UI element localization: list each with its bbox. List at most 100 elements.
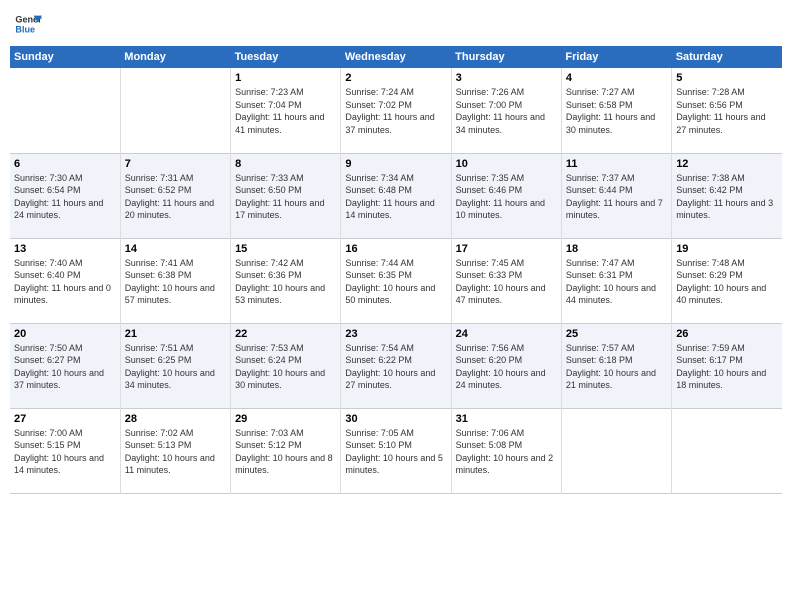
day-info: Sunrise: 7:33 AM Sunset: 6:50 PM Dayligh… bbox=[235, 172, 336, 222]
day-number: 26 bbox=[676, 328, 778, 340]
weekday-header-sunday: Sunday bbox=[10, 46, 120, 68]
calendar-week-row: 1 Sunrise: 7:23 AM Sunset: 7:04 PM Daylig… bbox=[10, 68, 782, 153]
day-info: Sunrise: 7:56 AM Sunset: 6:20 PM Dayligh… bbox=[456, 342, 557, 392]
day-info: Sunrise: 7:03 AM Sunset: 5:12 PM Dayligh… bbox=[235, 427, 336, 477]
day-info: Sunrise: 7:05 AM Sunset: 5:10 PM Dayligh… bbox=[345, 427, 446, 477]
day-info: Sunrise: 7:50 AM Sunset: 6:27 PM Dayligh… bbox=[14, 342, 116, 392]
day-info: Sunrise: 7:35 AM Sunset: 6:46 PM Dayligh… bbox=[456, 172, 557, 222]
page-header: General Blue bbox=[10, 10, 782, 38]
calendar-cell: 16 Sunrise: 7:44 AM Sunset: 6:35 PM Dayli… bbox=[341, 238, 451, 323]
calendar-cell: 22 Sunrise: 7:53 AM Sunset: 6:24 PM Dayli… bbox=[231, 323, 341, 408]
day-info: Sunrise: 7:38 AM Sunset: 6:42 PM Dayligh… bbox=[676, 172, 778, 222]
calendar-cell bbox=[10, 68, 120, 153]
weekday-header-wednesday: Wednesday bbox=[341, 46, 451, 68]
day-number: 6 bbox=[14, 158, 116, 170]
day-number: 7 bbox=[125, 158, 226, 170]
calendar-cell: 24 Sunrise: 7:56 AM Sunset: 6:20 PM Dayli… bbox=[451, 323, 561, 408]
day-number: 10 bbox=[456, 158, 557, 170]
calendar-cell: 26 Sunrise: 7:59 AM Sunset: 6:17 PM Dayli… bbox=[672, 323, 782, 408]
calendar-cell: 15 Sunrise: 7:42 AM Sunset: 6:36 PM Dayli… bbox=[231, 238, 341, 323]
calendar-cell: 11 Sunrise: 7:37 AM Sunset: 6:44 PM Dayli… bbox=[561, 153, 671, 238]
calendar-cell bbox=[561, 408, 671, 493]
day-info: Sunrise: 7:42 AM Sunset: 6:36 PM Dayligh… bbox=[235, 257, 336, 307]
day-info: Sunrise: 7:57 AM Sunset: 6:18 PM Dayligh… bbox=[566, 342, 667, 392]
day-number: 16 bbox=[345, 243, 446, 255]
day-info: Sunrise: 7:40 AM Sunset: 6:40 PM Dayligh… bbox=[14, 257, 116, 307]
calendar-cell: 28 Sunrise: 7:02 AM Sunset: 5:13 PM Dayli… bbox=[120, 408, 230, 493]
day-info: Sunrise: 7:47 AM Sunset: 6:31 PM Dayligh… bbox=[566, 257, 667, 307]
day-info: Sunrise: 7:27 AM Sunset: 6:58 PM Dayligh… bbox=[566, 86, 667, 136]
day-info: Sunrise: 7:26 AM Sunset: 7:00 PM Dayligh… bbox=[456, 86, 557, 136]
day-number: 20 bbox=[14, 328, 116, 340]
calendar-week-row: 13 Sunrise: 7:40 AM Sunset: 6:40 PM Dayli… bbox=[10, 238, 782, 323]
day-number: 8 bbox=[235, 158, 336, 170]
day-number: 29 bbox=[235, 413, 336, 425]
weekday-header-thursday: Thursday bbox=[451, 46, 561, 68]
day-info: Sunrise: 7:00 AM Sunset: 5:15 PM Dayligh… bbox=[14, 427, 116, 477]
day-info: Sunrise: 7:48 AM Sunset: 6:29 PM Dayligh… bbox=[676, 257, 778, 307]
logo: General Blue bbox=[14, 10, 42, 38]
weekday-header-saturday: Saturday bbox=[672, 46, 782, 68]
day-info: Sunrise: 7:51 AM Sunset: 6:25 PM Dayligh… bbox=[125, 342, 226, 392]
day-number: 1 bbox=[235, 72, 336, 84]
day-number: 12 bbox=[676, 158, 778, 170]
calendar-cell: 1 Sunrise: 7:23 AM Sunset: 7:04 PM Daylig… bbox=[231, 68, 341, 153]
day-info: Sunrise: 7:41 AM Sunset: 6:38 PM Dayligh… bbox=[125, 257, 226, 307]
day-info: Sunrise: 7:54 AM Sunset: 6:22 PM Dayligh… bbox=[345, 342, 446, 392]
weekday-header-monday: Monday bbox=[120, 46, 230, 68]
svg-text:Blue: Blue bbox=[15, 24, 35, 34]
day-number: 25 bbox=[566, 328, 667, 340]
day-number: 24 bbox=[456, 328, 557, 340]
calendar-cell: 30 Sunrise: 7:05 AM Sunset: 5:10 PM Dayli… bbox=[341, 408, 451, 493]
weekday-header-tuesday: Tuesday bbox=[231, 46, 341, 68]
calendar-cell: 19 Sunrise: 7:48 AM Sunset: 6:29 PM Dayli… bbox=[672, 238, 782, 323]
calendar-table: SundayMondayTuesdayWednesdayThursdayFrid… bbox=[10, 46, 782, 494]
day-info: Sunrise: 7:34 AM Sunset: 6:48 PM Dayligh… bbox=[345, 172, 446, 222]
calendar-cell: 3 Sunrise: 7:26 AM Sunset: 7:00 PM Daylig… bbox=[451, 68, 561, 153]
day-info: Sunrise: 7:28 AM Sunset: 6:56 PM Dayligh… bbox=[676, 86, 778, 136]
calendar-cell: 29 Sunrise: 7:03 AM Sunset: 5:12 PM Dayli… bbox=[231, 408, 341, 493]
calendar-week-row: 27 Sunrise: 7:00 AM Sunset: 5:15 PM Dayli… bbox=[10, 408, 782, 493]
day-info: Sunrise: 7:06 AM Sunset: 5:08 PM Dayligh… bbox=[456, 427, 557, 477]
day-info: Sunrise: 7:53 AM Sunset: 6:24 PM Dayligh… bbox=[235, 342, 336, 392]
day-info: Sunrise: 7:44 AM Sunset: 6:35 PM Dayligh… bbox=[345, 257, 446, 307]
day-number: 15 bbox=[235, 243, 336, 255]
calendar-cell bbox=[672, 408, 782, 493]
calendar-cell: 4 Sunrise: 7:27 AM Sunset: 6:58 PM Daylig… bbox=[561, 68, 671, 153]
day-number: 13 bbox=[14, 243, 116, 255]
calendar-cell: 17 Sunrise: 7:45 AM Sunset: 6:33 PM Dayli… bbox=[451, 238, 561, 323]
calendar-cell bbox=[120, 68, 230, 153]
day-number: 27 bbox=[14, 413, 116, 425]
calendar-cell: 8 Sunrise: 7:33 AM Sunset: 6:50 PM Daylig… bbox=[231, 153, 341, 238]
logo-icon: General Blue bbox=[14, 10, 42, 38]
day-number: 4 bbox=[566, 72, 667, 84]
day-number: 17 bbox=[456, 243, 557, 255]
day-number: 22 bbox=[235, 328, 336, 340]
calendar-cell: 25 Sunrise: 7:57 AM Sunset: 6:18 PM Dayli… bbox=[561, 323, 671, 408]
calendar-cell: 5 Sunrise: 7:28 AM Sunset: 6:56 PM Daylig… bbox=[672, 68, 782, 153]
day-number: 2 bbox=[345, 72, 446, 84]
day-info: Sunrise: 7:59 AM Sunset: 6:17 PM Dayligh… bbox=[676, 342, 778, 392]
day-number: 30 bbox=[345, 413, 446, 425]
day-info: Sunrise: 7:45 AM Sunset: 6:33 PM Dayligh… bbox=[456, 257, 557, 307]
calendar-cell: 9Sunrise: 7:34 AM Sunset: 6:48 PM Daylig… bbox=[341, 153, 451, 238]
day-number: 11 bbox=[566, 158, 667, 170]
calendar-cell: 10 Sunrise: 7:35 AM Sunset: 6:46 PM Dayli… bbox=[451, 153, 561, 238]
calendar-cell: 18Sunrise: 7:47 AM Sunset: 6:31 PM Dayli… bbox=[561, 238, 671, 323]
day-number: 31 bbox=[456, 413, 557, 425]
day-number: 19 bbox=[676, 243, 778, 255]
calendar-cell: 31 Sunrise: 7:06 AM Sunset: 5:08 PM Dayli… bbox=[451, 408, 561, 493]
weekday-header-friday: Friday bbox=[561, 46, 671, 68]
calendar-week-row: 20 Sunrise: 7:50 AM Sunset: 6:27 PM Dayli… bbox=[10, 323, 782, 408]
day-number: 3 bbox=[456, 72, 557, 84]
day-info: Sunrise: 7:37 AM Sunset: 6:44 PM Dayligh… bbox=[566, 172, 667, 222]
calendar-week-row: 6Sunrise: 7:30 AM Sunset: 6:54 PM Daylig… bbox=[10, 153, 782, 238]
day-number: 5 bbox=[676, 72, 778, 84]
day-info: Sunrise: 7:24 AM Sunset: 7:02 PM Dayligh… bbox=[345, 86, 446, 136]
day-info: Sunrise: 7:23 AM Sunset: 7:04 PM Dayligh… bbox=[235, 86, 336, 136]
calendar-cell: 14Sunrise: 7:41 AM Sunset: 6:38 PM Dayli… bbox=[120, 238, 230, 323]
calendar-cell: 7Sunrise: 7:31 AM Sunset: 6:52 PM Daylig… bbox=[120, 153, 230, 238]
calendar-cell: 23Sunrise: 7:54 AM Sunset: 6:22 PM Dayli… bbox=[341, 323, 451, 408]
day-number: 28 bbox=[125, 413, 226, 425]
day-info: Sunrise: 7:02 AM Sunset: 5:13 PM Dayligh… bbox=[125, 427, 226, 477]
